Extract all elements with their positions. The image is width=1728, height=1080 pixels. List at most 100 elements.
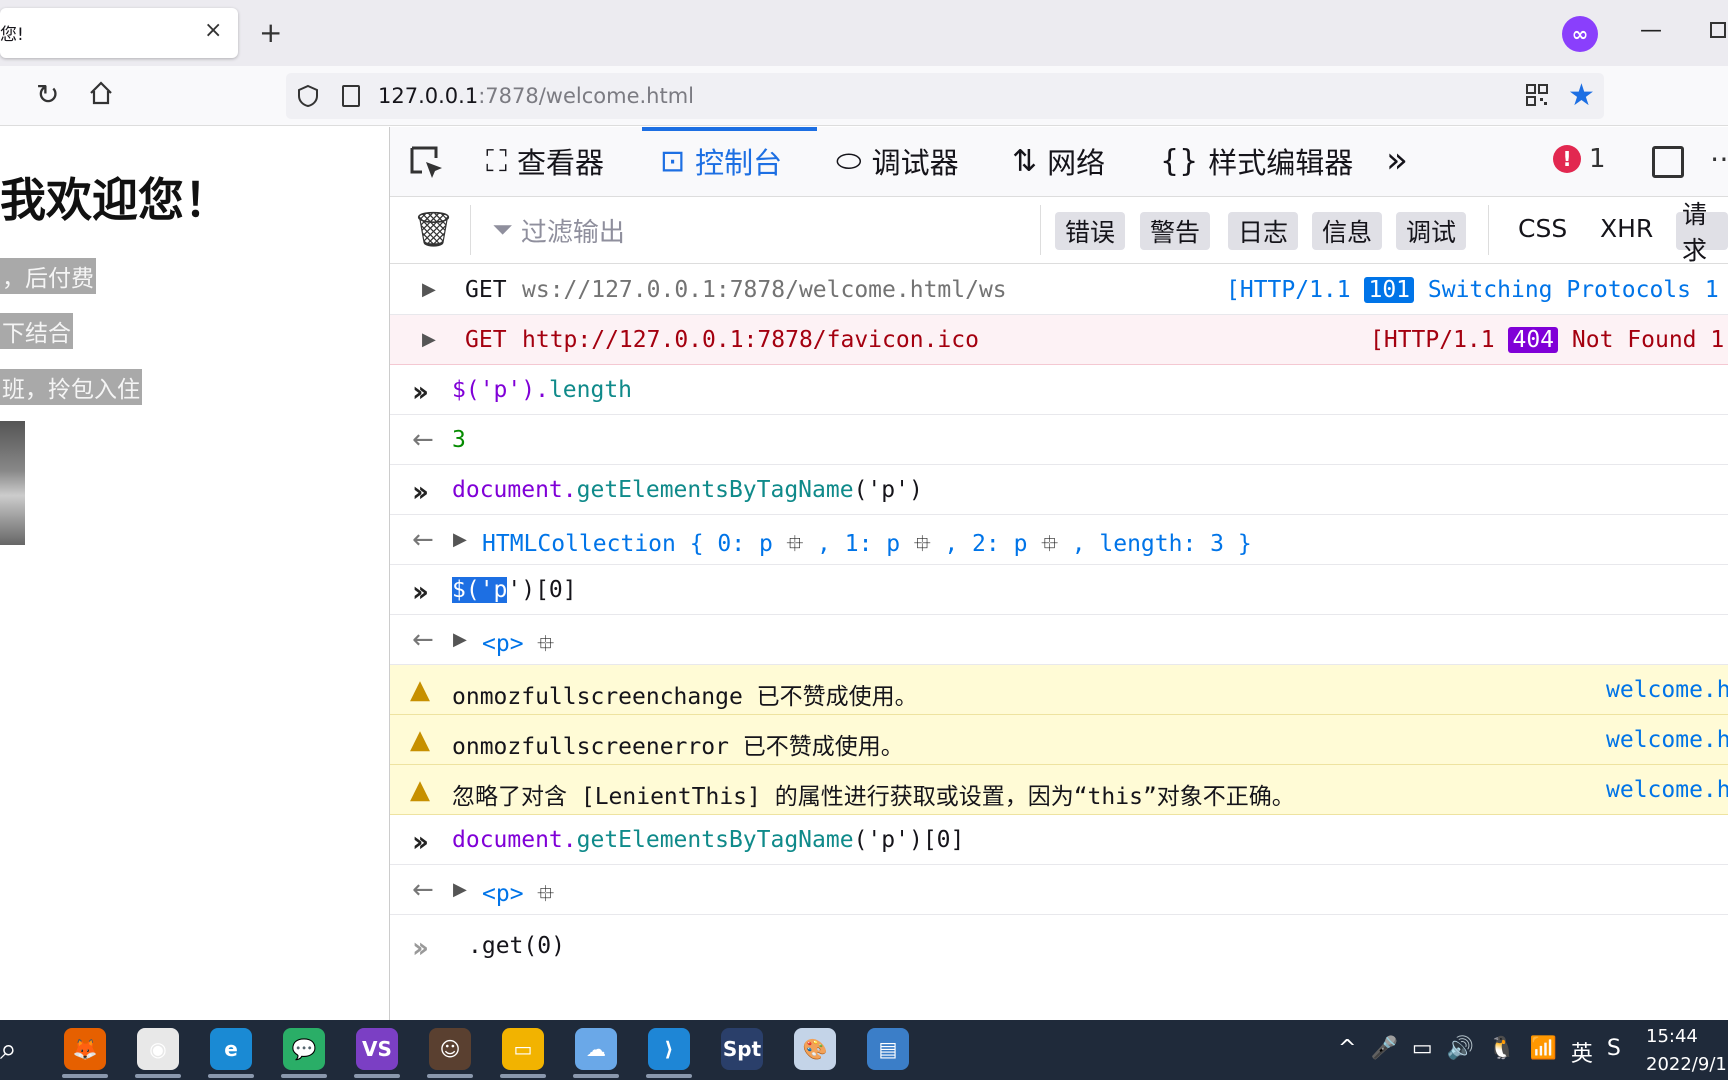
visual-studio-icon[interactable]: VS [356, 1028, 398, 1070]
clock-time[interactable]: 15:44 [1646, 1026, 1698, 1047]
bookmark-star-icon[interactable]: ★ [1568, 78, 1595, 113]
tray-icon[interactable]: 📶 [1529, 1036, 1556, 1068]
node-target-icon[interactable]: ⯐ [537, 877, 554, 915]
filter-errors-button[interactable]: 错误 [1055, 212, 1126, 250]
tab-network[interactable]: ⇅ 网络 [1012, 140, 1105, 182]
tray-icon[interactable]: ^ [1338, 1036, 1356, 1068]
console-error-row[interactable]: ▶ GET http://127.0.0.1:7878/favicon.ico … [390, 315, 1728, 365]
tray-icon[interactable]: 🎤 [1370, 1036, 1397, 1068]
more-tabs-icon[interactable]: » [1386, 140, 1408, 181]
debugger-icon: ⬭ [836, 143, 862, 179]
file-explorer-icon[interactable]: ▭ [502, 1028, 544, 1070]
source-link[interactable]: welcome.h [1606, 727, 1728, 753]
console-warning-row: ▲ onmozfullscreenerror 已不赞成使用。 welcome.h [390, 715, 1728, 765]
expand-triangle-icon[interactable]: ▶ [422, 279, 436, 300]
browser-tab[interactable] [0, 8, 238, 58]
shield-icon[interactable] [296, 84, 320, 108]
chrome-icon[interactable]: ◉ [137, 1028, 179, 1070]
new-tab-button[interactable]: + [259, 16, 282, 49]
filter-xhr-button[interactable]: XHR [1600, 214, 1653, 243]
restore-button[interactable] [1710, 22, 1726, 38]
console-output-row[interactable]: ← ▶ HTMLCollection { 0: p ⯐ , 1: p ⯐ , 2… [390, 515, 1728, 565]
request-url[interactable]: http://127.0.0.1:7878/favicon.ico [522, 327, 979, 353]
source-link[interactable]: welcome.h [1606, 677, 1728, 703]
tray-icon[interactable]: S [1607, 1036, 1621, 1068]
minimize-button[interactable]: — [1640, 18, 1662, 43]
command-text[interactable]: $('p')[0] [452, 577, 577, 603]
source-link[interactable]: welcome.h [1606, 777, 1728, 803]
tray-icon[interactable]: ▭ [1412, 1036, 1433, 1068]
html-collection-preview[interactable]: HTMLCollection { 0: p ⯐ , 1: p ⯐ , 2: p … [482, 527, 1252, 565]
running-indicator [573, 1074, 619, 1078]
warning-message: onmozfullscreenchange 已不赞成使用。 [452, 677, 918, 711]
result-value: 3 [452, 427, 466, 453]
request-method: GET [465, 277, 507, 303]
request-url[interactable]: ws://127.0.0.1:7878/welcome.html/ws [522, 277, 1007, 303]
filter-debug-button[interactable]: 调试 [1396, 212, 1467, 250]
error-counter[interactable]: ! 1 [1553, 144, 1606, 174]
divider [1488, 205, 1489, 255]
element-preview[interactable]: <p> ⯐ [482, 627, 554, 665]
paint-icon[interactable]: 🎨 [794, 1028, 836, 1070]
tab-style-editor[interactable]: {} 样式编辑器 [1160, 140, 1353, 182]
reload-icon[interactable]: ↻ [36, 78, 59, 111]
trash-icon[interactable]: 🗑 [412, 210, 455, 250]
filter-warnings-button[interactable]: 警告 [1140, 212, 1211, 250]
tab-close-icon[interactable]: × [204, 18, 222, 43]
page-paragraph-1: ，后付费 [0, 258, 96, 294]
code-part: $('p'). [452, 377, 549, 403]
expand-triangle-icon[interactable]: ▶ [422, 329, 436, 350]
running-indicator [354, 1074, 400, 1078]
app-window-icon[interactable]: ▤ [867, 1028, 909, 1070]
code-part: length [548, 377, 633, 403]
command-text: document.getElementsByTagName('p') [452, 477, 923, 503]
console-network-row[interactable]: ▶ GET ws://127.0.0.1:7878/welcome.html/w… [390, 265, 1728, 315]
console-input-area[interactable]: ›› .get(0) [390, 915, 1728, 1020]
expand-triangle-icon[interactable]: ▶ [453, 529, 467, 550]
console-input[interactable]: .get(0) [468, 933, 565, 959]
filter-requests-button[interactable]: 请求 [1676, 200, 1728, 265]
edge-icon[interactable]: e [210, 1028, 252, 1070]
more-options-icon[interactable]: ⋯ [1710, 142, 1728, 175]
tray-icon[interactable]: 🔊 [1447, 1036, 1474, 1068]
expand-triangle-icon[interactable]: ▶ [453, 879, 467, 900]
home-icon[interactable] [88, 80, 114, 106]
clock-date[interactable]: 2022/9/1 [1646, 1054, 1727, 1075]
firefox-icon[interactable]: 🦊 [64, 1028, 106, 1070]
extension-icon[interactable]: ∞ [1562, 16, 1598, 52]
console-output-row[interactable]: ← ▶ <p> ⯐ [390, 615, 1728, 665]
wechat-icon[interactable]: 💬 [283, 1028, 325, 1070]
spt-icon[interactable]: Spt [721, 1028, 763, 1070]
page-paragraph-2: 下结合 [0, 313, 73, 349]
filter-info-button[interactable]: 信息 [1312, 212, 1383, 250]
app-avatar-icon[interactable]: ☺ [429, 1028, 471, 1070]
filter-css-button[interactable]: CSS [1518, 214, 1567, 243]
filter-input[interactable]: ⏷ 过滤输出 [492, 212, 625, 249]
node-target-icon[interactable]: ⯐ [537, 627, 554, 665]
qr-code-icon[interactable] [1526, 84, 1548, 106]
url-text[interactable]: 127.0.0.1:7878/welcome.html [378, 84, 694, 108]
search-icon[interactable]: ⌕ [0, 1032, 17, 1067]
console-output-row[interactable]: ← ▶ <p> ⯐ [390, 865, 1728, 915]
code-part: , 2: p [944, 531, 1028, 557]
code-part: ')[0] [507, 577, 577, 603]
node-target-icon[interactable]: ⯐ [914, 527, 931, 565]
tray-icon[interactable]: 🐧 [1488, 1036, 1515, 1068]
node-target-icon[interactable]: ⯐ [1041, 527, 1058, 565]
result-arrow-icon: ← [412, 625, 434, 655]
tab-debugger[interactable]: ⬭ 调试器 [836, 140, 959, 182]
tab-inspector[interactable]: ⛶ 查看器 [486, 140, 604, 182]
dock-side-icon[interactable] [1652, 146, 1684, 178]
tab-console[interactable]: ⊡ 控制台 [660, 140, 782, 182]
vscode-icon[interactable]: ⟩ [648, 1028, 690, 1070]
filter-logs-button[interactable]: 日志 [1228, 212, 1299, 250]
ie-app-icon[interactable]: ☁ [575, 1028, 617, 1070]
element-preview[interactable]: <p> ⯐ [482, 877, 554, 915]
tray-icon[interactable]: 英 [1571, 1036, 1593, 1068]
running-indicator [646, 1074, 692, 1078]
prompt-chevron-icon: ›› [412, 575, 429, 608]
element-picker-icon[interactable] [408, 144, 446, 182]
expand-triangle-icon[interactable]: ▶ [453, 629, 467, 650]
node-target-icon[interactable]: ⯐ [787, 527, 804, 565]
status-code: 101 [1364, 277, 1415, 303]
